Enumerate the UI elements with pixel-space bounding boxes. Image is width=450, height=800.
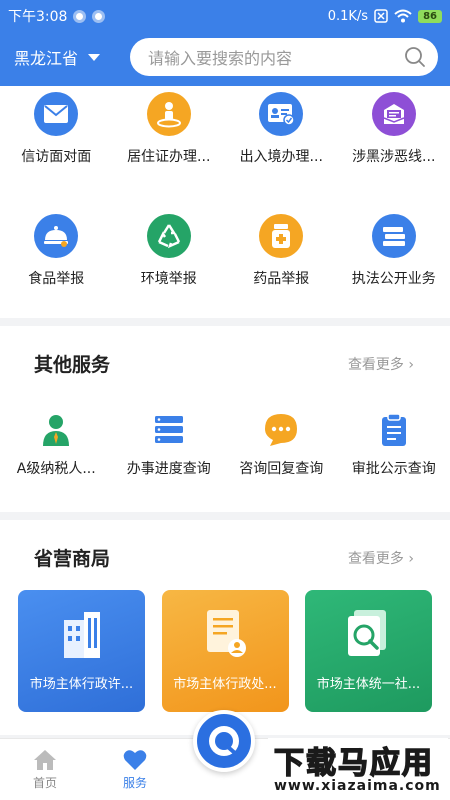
view-more-link[interactable]: 查看更多 ›	[348, 354, 414, 374]
watermark-title: 下载马应用	[273, 745, 434, 782]
service-item[interactable]: 药品举报	[225, 214, 338, 288]
network-speed: 0.1K/s	[327, 8, 369, 24]
service-label: 办事进度查询	[126, 461, 211, 477]
tab-service-label: 服务	[122, 775, 147, 790]
search-doc-icon	[347, 610, 386, 656]
service-item[interactable]: 居住证办理...	[113, 92, 226, 166]
chat-logo-icon	[209, 726, 239, 756]
bureau-card-label: 市场主体行政处...	[173, 677, 277, 692]
heart-icon	[123, 749, 147, 770]
watermark-url: www.xiazaima.com	[274, 778, 441, 794]
service-label: 药品举报	[253, 271, 310, 287]
id-card-icon	[259, 92, 304, 136]
service-item[interactable]: 办事进度查询	[113, 412, 226, 478]
province-label: 黑龙江省	[14, 49, 79, 68]
other-services-card: 其他服务 查看更多 › A级纳税人... 办事进度查询 咨询回复查询 审批公示查…	[0, 326, 450, 512]
service-item[interactable]: 环境举报	[113, 214, 226, 288]
service-item[interactable]: 出入境办理...	[225, 92, 338, 166]
notification-dot-icon	[73, 9, 87, 23]
service-label: 环境举报	[140, 271, 197, 287]
bureau-card[interactable]: 市场主体统一社...	[305, 590, 432, 712]
report-box-icon	[371, 92, 416, 136]
service-label: 涉黑涉恶线...	[352, 149, 436, 165]
assistant-fab-button[interactable]	[193, 710, 255, 772]
search-icon[interactable]	[404, 46, 426, 68]
sim-x-icon	[374, 9, 388, 23]
service-item[interactable]: 涉黑涉恶线...	[338, 92, 450, 166]
recycle-icon	[146, 214, 191, 258]
other-services-row: A级纳税人... 办事进度查询 咨询回复查询 审批公示查询	[0, 412, 450, 478]
bureau-card-label: 市场主体统一社...	[316, 677, 421, 692]
bureau-cards: 市场主体行政许... 市场主体行政处... 市场主体统一社...	[18, 590, 432, 712]
chat-bubble-icon	[265, 414, 298, 446]
service-item[interactable]: 信访面对面	[0, 92, 113, 166]
province-selector[interactable]: 黑龙江省	[14, 45, 130, 69]
main-services-card: 信访面对面 居住证办理... 出入境办理... 涉黑涉恶线... 食品举报 环境…	[0, 86, 450, 318]
dropdown-arrow-icon	[88, 53, 101, 61]
service-label: 居住证办理...	[127, 149, 211, 165]
service-item[interactable]: 执法公开业务	[338, 214, 450, 288]
battery-icon: 86	[418, 9, 442, 23]
service-label: 执法公开业务	[351, 271, 436, 287]
document-person-icon	[207, 610, 246, 657]
notification-dot-icon	[92, 9, 106, 23]
tab-home[interactable]: 首页	[0, 739, 90, 800]
service-label: 食品举报	[28, 271, 85, 287]
food-cover-icon	[34, 214, 79, 258]
status-bar: 下午3:08 0.1K/s 86	[0, 0, 450, 32]
medicine-icon	[259, 214, 304, 258]
service-item[interactable]: 食品举报	[0, 214, 113, 288]
service-label: 出入境办理...	[239, 149, 323, 165]
provincial-bureau-card: 省营商局 查看更多 › 市场主体行政许... 市场主体行政处... 市场主体统一…	[0, 520, 450, 735]
service-label: 审批公示查询	[351, 461, 436, 477]
envelope-icon	[34, 92, 79, 136]
services-row-1: 信访面对面 居住证办理... 出入境办理... 涉黑涉恶线...	[0, 92, 450, 166]
view-more-link[interactable]: 查看更多 ›	[348, 548, 414, 568]
clipboard-icon	[381, 413, 406, 446]
buildings-icon	[63, 612, 100, 658]
service-item[interactable]: A级纳税人...	[0, 412, 113, 478]
section-title: 省营商局	[34, 548, 111, 570]
location-person-icon	[146, 92, 191, 136]
service-label: 咨询回复查询	[239, 461, 324, 477]
bureau-card-label: 市场主体行政许...	[29, 677, 134, 692]
service-item[interactable]: 咨询回复查询	[225, 412, 338, 478]
watermark: 下载马应用 www.xiazaima.com	[268, 738, 448, 798]
taxpayer-icon	[43, 415, 70, 446]
search-placeholder: 请输入要搜索的内容	[148, 49, 293, 68]
service-label: 信访面对面	[21, 149, 92, 165]
section-title: 其他服务	[34, 354, 111, 376]
home-icon	[34, 749, 56, 770]
bureau-card[interactable]: 市场主体行政处...	[161, 590, 289, 712]
service-item[interactable]: 审批公示查询	[338, 412, 450, 478]
tab-service[interactable]: 服务	[90, 739, 180, 800]
header: 下午3:08 0.1K/s 86 黑龙江省 请输入要搜索的内容	[0, 0, 450, 86]
bureau-card[interactable]: 市场主体行政许...	[18, 590, 145, 712]
services-row-2: 食品举报 环境举报 药品举报 执法公开业务	[0, 214, 450, 288]
search-input[interactable]: 请输入要搜索的内容	[130, 38, 438, 76]
status-time: 下午3:08	[8, 9, 68, 25]
tab-home-label: 首页	[32, 775, 57, 790]
books-icon	[371, 214, 416, 258]
wifi-icon	[394, 9, 412, 23]
service-label: A级纳税人...	[16, 461, 96, 477]
progress-list-icon	[154, 416, 183, 443]
